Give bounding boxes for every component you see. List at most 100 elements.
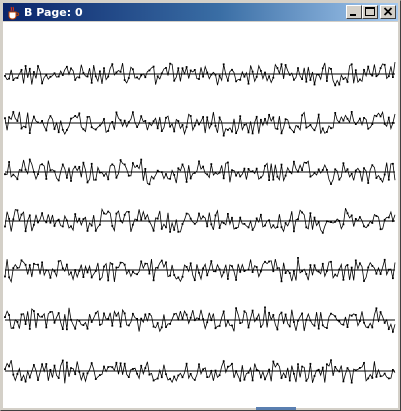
sample-marker	[169, 177, 171, 180]
sample-marker	[387, 178, 390, 181]
sample-marker	[16, 373, 19, 375]
close-button[interactable]	[380, 5, 396, 19]
sample-marker	[70, 117, 72, 120]
sample-marker	[255, 266, 258, 268]
sample-marker	[16, 77, 19, 79]
sample-marker	[338, 370, 341, 373]
sample-marker	[272, 116, 275, 119]
sample-marker	[268, 311, 270, 314]
sample-marker	[363, 117, 365, 119]
sample-marker	[326, 270, 328, 272]
sample-marker	[74, 373, 77, 375]
sample-marker	[115, 71, 118, 74]
sample-marker	[41, 82, 43, 85]
sample-marker	[326, 220, 328, 223]
sample-marker	[222, 222, 225, 224]
trace-sample-markers	[4, 209, 394, 234]
sample-marker	[297, 363, 299, 366]
sample-marker	[379, 115, 382, 118]
sample-marker	[367, 127, 370, 130]
sample-marker	[94, 178, 97, 181]
sample-marker	[227, 278, 229, 280]
sample-marker	[313, 129, 316, 132]
sample-marker	[280, 163, 283, 166]
sample-marker	[202, 318, 204, 320]
sample-marker	[239, 216, 242, 219]
java-coffee-cup-icon[interactable]	[6, 5, 20, 20]
resize-grip[interactable]	[256, 407, 296, 410]
sample-marker	[148, 69, 151, 72]
maximize-button[interactable]	[362, 5, 378, 19]
sample-marker	[235, 132, 237, 134]
sample-marker	[173, 375, 176, 378]
title-bar[interactable]: B Page: 0	[3, 3, 398, 21]
sample-marker	[111, 121, 114, 123]
sample-marker	[70, 318, 72, 321]
sample-marker	[317, 113, 320, 116]
sample-marker	[321, 366, 324, 369]
sample-marker	[198, 363, 200, 366]
sample-marker	[321, 262, 324, 265]
sample-marker	[239, 115, 242, 118]
sample-marker	[301, 169, 303, 171]
sample-marker	[317, 221, 320, 224]
sample-marker	[189, 177, 192, 180]
sample-marker	[99, 374, 101, 376]
sample-marker	[383, 372, 386, 375]
sample-marker	[383, 258, 386, 261]
sample-marker	[123, 312, 126, 315]
sample-marker	[293, 270, 295, 273]
sample-marker	[169, 323, 171, 325]
sample-marker	[177, 167, 180, 170]
sample-marker	[383, 218, 386, 221]
sample-marker	[103, 174, 105, 177]
sample-marker	[189, 262, 192, 265]
minimize-button[interactable]	[346, 5, 362, 19]
sample-marker	[321, 127, 324, 130]
sample-marker	[387, 116, 390, 119]
sample-marker	[140, 364, 143, 367]
sample-marker	[173, 274, 176, 276]
sample-marker	[342, 223, 345, 226]
sample-marker	[309, 362, 312, 365]
sample-marker	[198, 123, 200, 126]
sample-marker	[342, 162, 345, 165]
sample-marker	[317, 73, 320, 76]
sample-marker	[350, 214, 353, 217]
sample-marker	[160, 171, 163, 173]
sample-marker	[12, 218, 15, 221]
sample-marker	[330, 221, 332, 223]
sample-marker	[107, 75, 110, 78]
sample-marker	[239, 175, 242, 178]
sample-marker	[33, 223, 35, 226]
sample-marker	[330, 183, 332, 185]
sample-marker	[177, 374, 180, 377]
sample-marker	[202, 75, 204, 78]
waveform-canvas[interactable]	[3, 22, 398, 408]
sample-marker	[107, 366, 110, 368]
sample-marker	[16, 120, 19, 122]
sample-marker	[280, 226, 283, 229]
sample-marker	[152, 120, 155, 123]
sample-marker	[284, 64, 287, 66]
sample-marker	[132, 223, 134, 226]
sample-marker	[70, 67, 72, 70]
sample-marker	[317, 368, 320, 371]
sample-marker	[387, 377, 390, 380]
sample-marker	[49, 311, 52, 313]
sample-marker	[136, 372, 138, 375]
sample-marker	[202, 267, 204, 270]
sample-marker	[70, 271, 72, 274]
sample-marker	[243, 124, 246, 126]
sample-marker	[359, 170, 361, 173]
sample-marker	[49, 115, 52, 117]
sample-marker	[255, 167, 258, 170]
sample-marker	[82, 372, 85, 375]
sample-marker	[210, 223, 213, 226]
sample-marker	[173, 174, 176, 176]
sample-marker	[305, 319, 308, 321]
sample-marker	[387, 75, 390, 78]
sample-marker	[156, 377, 159, 380]
sample-marker	[313, 83, 316, 86]
sample-marker	[272, 360, 275, 363]
